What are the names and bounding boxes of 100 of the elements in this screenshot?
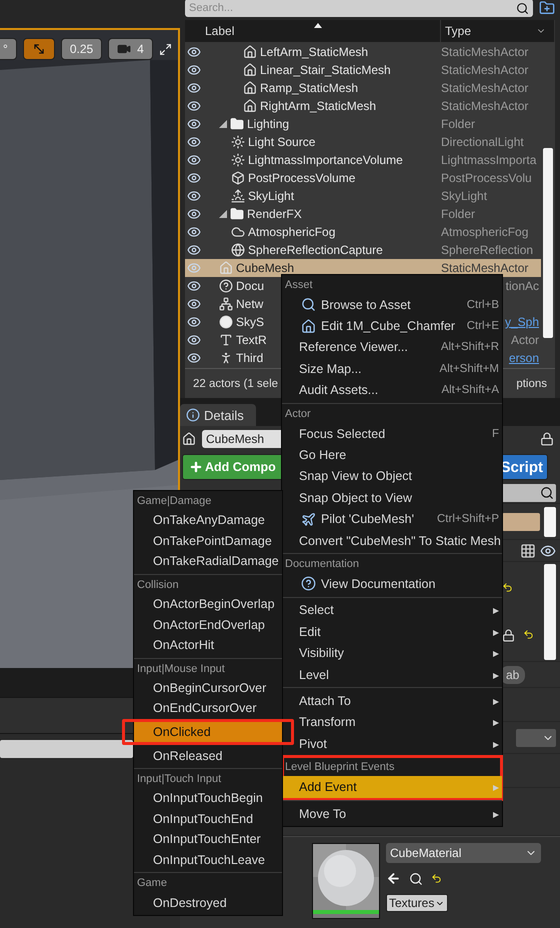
menu-item[interactable]: OnTakeAnyDamage: [134, 510, 282, 531]
eye-icon[interactable]: [187, 351, 201, 365]
expander-icon[interactable]: [219, 210, 227, 218]
row-label[interactable]: Third: [236, 351, 264, 365]
material-dropdown[interactable]: CubeMaterial: [386, 843, 541, 863]
scrollbar-thumb[interactable]: [544, 506, 556, 536]
details-tab[interactable]: Details: [180, 404, 256, 426]
expander-icon[interactable]: [219, 120, 227, 128]
row-label[interactable]: AtmosphericFog: [248, 225, 336, 239]
menu-item[interactable]: Snap Object to View: [282, 487, 502, 509]
menu-item[interactable]: Pilot 'CubeMesh' Ctrl+Shift+P: [282, 508, 502, 530]
reset-icon[interactable]: [502, 582, 513, 592]
type-link[interactable]: erson: [508, 351, 539, 365]
view-options-button[interactable]: ptions: [516, 378, 547, 390]
reset-icon[interactable]: [431, 873, 442, 884]
menu-item[interactable]: Visibility: [282, 642, 502, 664]
sort-icon: [314, 22, 322, 28]
menu-item[interactable]: OnInputTouchEnd: [134, 808, 282, 830]
scale-snap-value[interactable]: 0.25: [60, 38, 102, 60]
angle-snap-button[interactable]: °: [0, 38, 17, 60]
eye-icon[interactable]: [187, 153, 201, 167]
material-thumbnail[interactable]: [312, 843, 380, 919]
row-label[interactable]: TextR: [236, 333, 267, 347]
row-label[interactable]: CubeMesh: [236, 261, 294, 275]
menu-item[interactable]: OnEndCursorOver: [134, 698, 282, 719]
menu-item[interactable]: View Documentation: [282, 573, 502, 595]
row-label[interactable]: LeftArm_StaticMesh: [260, 45, 368, 59]
eye-icon[interactable]: [187, 99, 201, 113]
row-label[interactable]: Linear_Stair_StaticMesh: [260, 63, 391, 77]
eye-icon[interactable]: [187, 189, 201, 203]
row-label[interactable]: SkyS: [236, 315, 264, 329]
add-folder-icon[interactable]: [539, 0, 555, 16]
menu-item[interactable]: OnActorHit: [134, 634, 282, 656]
menu-item[interactable]: OnInputTouchLeave: [134, 850, 282, 870]
menu-item[interactable]: Reference Viewer... Alt+Shift+R: [282, 336, 502, 358]
reset-icon[interactable]: [523, 628, 534, 640]
row-label[interactable]: Light Source: [248, 135, 316, 149]
menu-item[interactable]: Browse to Asset Ctrl+B: [282, 294, 502, 316]
row-label[interactable]: RenderFX: [247, 207, 302, 221]
menu-item[interactable]: OnInputTouchBegin: [134, 788, 282, 809]
grid-icon[interactable]: [520, 542, 536, 558]
row-label[interactable]: SkyLight: [248, 189, 294, 203]
eye-icon[interactable]: [187, 333, 201, 347]
row-label[interactable]: Netw: [236, 297, 264, 311]
menu-item[interactable]: OnClicked: [134, 722, 282, 742]
row-label[interactable]: PostProcessVolume: [248, 171, 356, 185]
menu-item[interactable]: OnBeginCursorOver: [134, 678, 282, 698]
menu-item[interactable]: OnInputTouchEnter: [134, 829, 282, 850]
row-label[interactable]: Docu: [236, 279, 264, 293]
menu-item[interactable]: OnActorEndOverlap: [134, 614, 282, 635]
menu-item[interactable]: OnActorBeginOverlap: [134, 594, 282, 614]
menu-item[interactable]: OnReleased: [134, 745, 282, 766]
menu-item[interactable]: Level: [282, 664, 502, 686]
maximize-icon[interactable]: [158, 42, 172, 56]
row-label[interactable]: SphereReflectionCapture: [248, 243, 383, 257]
row-label[interactable]: Ramp_StaticMesh: [260, 81, 358, 95]
eye-icon[interactable]: [187, 315, 201, 329]
menu-item[interactable]: OnDestroyed: [134, 892, 282, 913]
figure-icon: [219, 351, 233, 365]
eye-icon[interactable]: [187, 117, 201, 131]
scrollbar-thumb[interactable]: [543, 148, 553, 338]
scale-snap-toggle[interactable]: [22, 38, 55, 60]
eye-icon[interactable]: [187, 207, 201, 221]
eye-icon[interactable]: [540, 542, 556, 558]
text-field[interactable]: [0, 740, 133, 758]
menu-item[interactable]: OnTakeRadialDamage: [134, 551, 282, 572]
menu-item[interactable]: Edit 1M_Cube_Chamfer Ctrl+E: [282, 315, 502, 337]
camera-speed-button[interactable]: 4: [108, 38, 153, 60]
menu-item[interactable]: OnTakePointDamage: [134, 530, 282, 552]
eye-icon[interactable]: [187, 63, 201, 77]
row-label[interactable]: LightmassImportanceVolume: [248, 153, 403, 167]
menu-item[interactable]: Convert "CubeMesh" To Static Mesh: [282, 530, 502, 552]
eye-icon[interactable]: [187, 243, 201, 257]
lock-icon[interactable]: [502, 628, 515, 642]
eye-icon[interactable]: [187, 279, 201, 293]
eye-icon[interactable]: [187, 45, 201, 59]
scrollbar-thumb[interactable]: [544, 564, 556, 660]
eye-icon[interactable]: [187, 225, 201, 239]
menu-item[interactable]: Audit Assets... Alt+Shift+A: [282, 380, 502, 401]
menu-item[interactable]: Size Map... Alt+Shift+M: [282, 358, 502, 380]
menu-item[interactable]: Add Event: [282, 776, 502, 798]
row-label[interactable]: Lighting: [247, 117, 290, 131]
menu-item[interactable]: Pivot: [282, 733, 502, 754]
menu-item[interactable]: Attach To: [282, 690, 502, 712]
help-icon: [219, 279, 233, 293]
eye-icon[interactable]: [187, 135, 201, 149]
row-label[interactable]: RightArm_StaticMesh: [260, 99, 376, 113]
textures-button[interactable]: Textures: [386, 894, 448, 912]
menu-item[interactable]: Edit: [282, 621, 502, 642]
menu-item[interactable]: Move To: [282, 802, 502, 824]
menu-section-header: Input|Touch Input: [136, 772, 222, 787]
eye-icon[interactable]: [187, 171, 201, 185]
search-icon[interactable]: [409, 872, 423, 886]
lock-icon[interactable]: [540, 432, 554, 446]
menu-item[interactable]: Transform: [282, 712, 502, 734]
eye-icon[interactable]: [187, 81, 201, 95]
selected-row[interactable]: CubeMesh StaticMeshActor: [185, 259, 541, 277]
menu-item[interactable]: Select: [282, 600, 502, 622]
eye-icon[interactable]: [187, 297, 201, 311]
type-link[interactable]: y_Sph: [504, 315, 539, 329]
